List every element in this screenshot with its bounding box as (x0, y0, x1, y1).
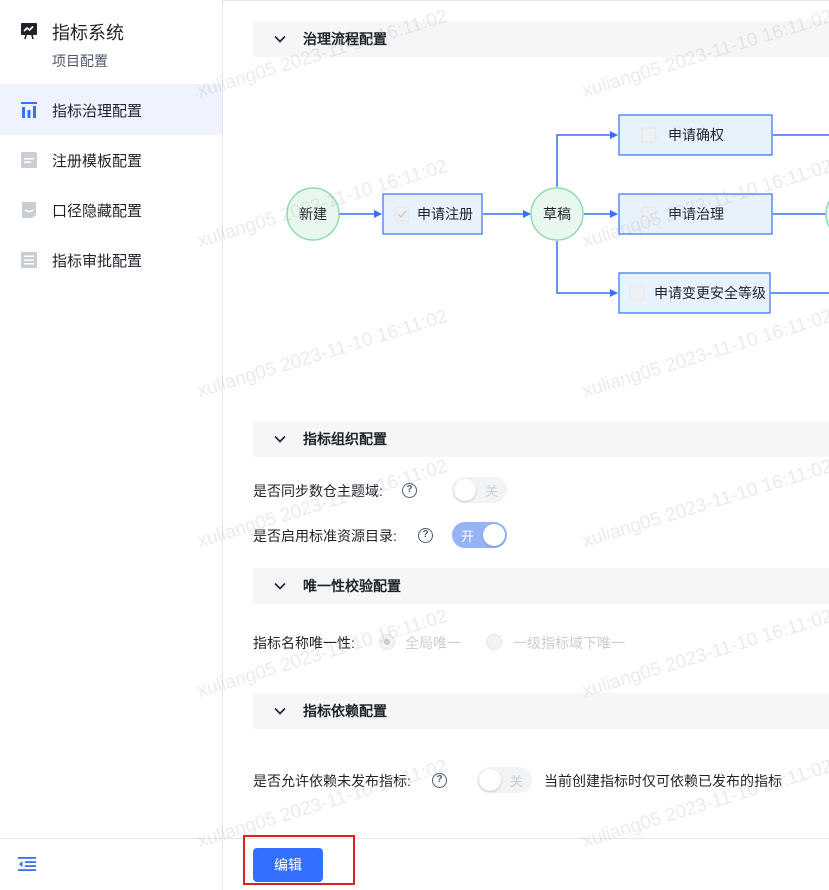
switch-text: 开 (461, 529, 475, 544)
sidebar-item-label: 指标治理配置 (52, 102, 143, 120)
section-header-dependency[interactable]: 指标依赖配置 (253, 693, 829, 729)
switch-knob (454, 479, 476, 501)
radio-label: 一级指标域下唯一 (513, 635, 625, 651)
section-header-flow[interactable]: 治理流程配置 (253, 21, 829, 57)
section-title: 治理流程配置 (303, 31, 387, 47)
metrics-system-logo-icon (21, 23, 37, 40)
switch-text: 关 (509, 774, 523, 789)
edit-button[interactable]: 编辑 (253, 848, 323, 882)
section-title: 指标组织配置 (303, 431, 387, 447)
chevron-down-icon[interactable] (273, 704, 287, 718)
approval-list-icon (21, 252, 37, 268)
help-icon[interactable]: ? (432, 773, 447, 788)
sync-subject-domain-switch[interactable]: 关 (452, 477, 507, 503)
menu-collapse-icon[interactable] (17, 855, 37, 873)
caliber-hide-icon (22, 202, 36, 218)
standard-catalog-label: 是否启用标准资源目录: (253, 528, 397, 544)
sidebar-item-label: 注册模板配置 (52, 152, 143, 170)
action-bar: 编辑 (223, 835, 829, 890)
sidebar: 指标系统 项目配置 指标治理配置 注册模板配置 口径隐藏配置 指标审批配置 (0, 0, 223, 890)
sidebar-item-template[interactable]: 注册模板配置 (0, 135, 222, 185)
governance-flow-diagram: 新建 申请注册 草稿 申请确权 申请治理 申请变更安全等级 (286, 114, 829, 314)
template-icon (21, 152, 37, 168)
sidebar-item-governance[interactable]: 指标治理配置 (0, 85, 222, 135)
chevron-down-icon[interactable] (273, 579, 287, 593)
flow-node-label: 新建 (299, 206, 327, 222)
flow-node-label: 申请治理 (668, 206, 724, 222)
main-content: 治理流程配置 新建 申请注册 草稿 申请确权 申请治理 申请变更安全等级 指标组… (223, 0, 829, 890)
section-title: 指标依赖配置 (303, 703, 387, 719)
checkbox-icon (394, 206, 410, 222)
radio-label: 全局唯一 (405, 635, 461, 651)
chevron-down-icon[interactable] (273, 32, 287, 46)
sidebar-footer (0, 838, 222, 890)
allow-unpublished-label: 是否允许依赖未发布指标: (253, 773, 411, 789)
flow-edge (556, 131, 618, 187)
help-icon[interactable]: ? (402, 483, 417, 498)
switch-text: 关 (484, 484, 498, 499)
standard-catalog-switch[interactable]: 开 (452, 522, 507, 548)
sync-subject-domain-label: 是否同步数仓主题域: (253, 483, 383, 499)
flow-edge (556, 241, 618, 297)
section-header-org[interactable]: 指标组织配置 (253, 421, 829, 457)
allow-unpublished-switch[interactable]: 关 (477, 767, 532, 793)
help-icon[interactable]: ? (418, 528, 433, 543)
section-title: 唯一性校验配置 (303, 578, 401, 594)
switch-knob (479, 769, 501, 791)
flow-node-label: 申请确权 (668, 127, 724, 143)
section-header-uniqueness[interactable]: 唯一性校验配置 (253, 568, 829, 604)
app-title: 指标系统 (52, 23, 124, 43)
chevron-down-icon[interactable] (273, 432, 287, 446)
sidebar-item-approval[interactable]: 指标审批配置 (0, 235, 222, 285)
flow-node-label: 申请注册 (417, 206, 473, 222)
checkbox-icon (629, 285, 645, 301)
dependency-hint-text: 当前创建指标时仅可依赖已发布的指标 (544, 773, 782, 789)
radio-global-unique[interactable] (379, 634, 395, 650)
flow-node-label: 草稿 (543, 206, 571, 222)
checkbox-icon (641, 206, 657, 222)
sidebar-item-label: 指标审批配置 (52, 252, 143, 270)
name-uniqueness-label: 指标名称唯一性: (253, 635, 355, 651)
sidebar-item-caliber-hide[interactable]: 口径隐藏配置 (0, 185, 222, 235)
app-subtitle: 项目配置 (52, 53, 108, 69)
switch-knob (483, 524, 505, 546)
flow-node-label: 申请变更安全等级 (654, 285, 766, 301)
checkbox-icon (641, 127, 657, 143)
radio-domain-unique[interactable] (486, 634, 502, 650)
sidebar-header: 指标系统 项目配置 (0, 0, 222, 85)
governance-chart-icon (21, 102, 37, 118)
sidebar-item-label: 口径隐藏配置 (52, 202, 143, 220)
